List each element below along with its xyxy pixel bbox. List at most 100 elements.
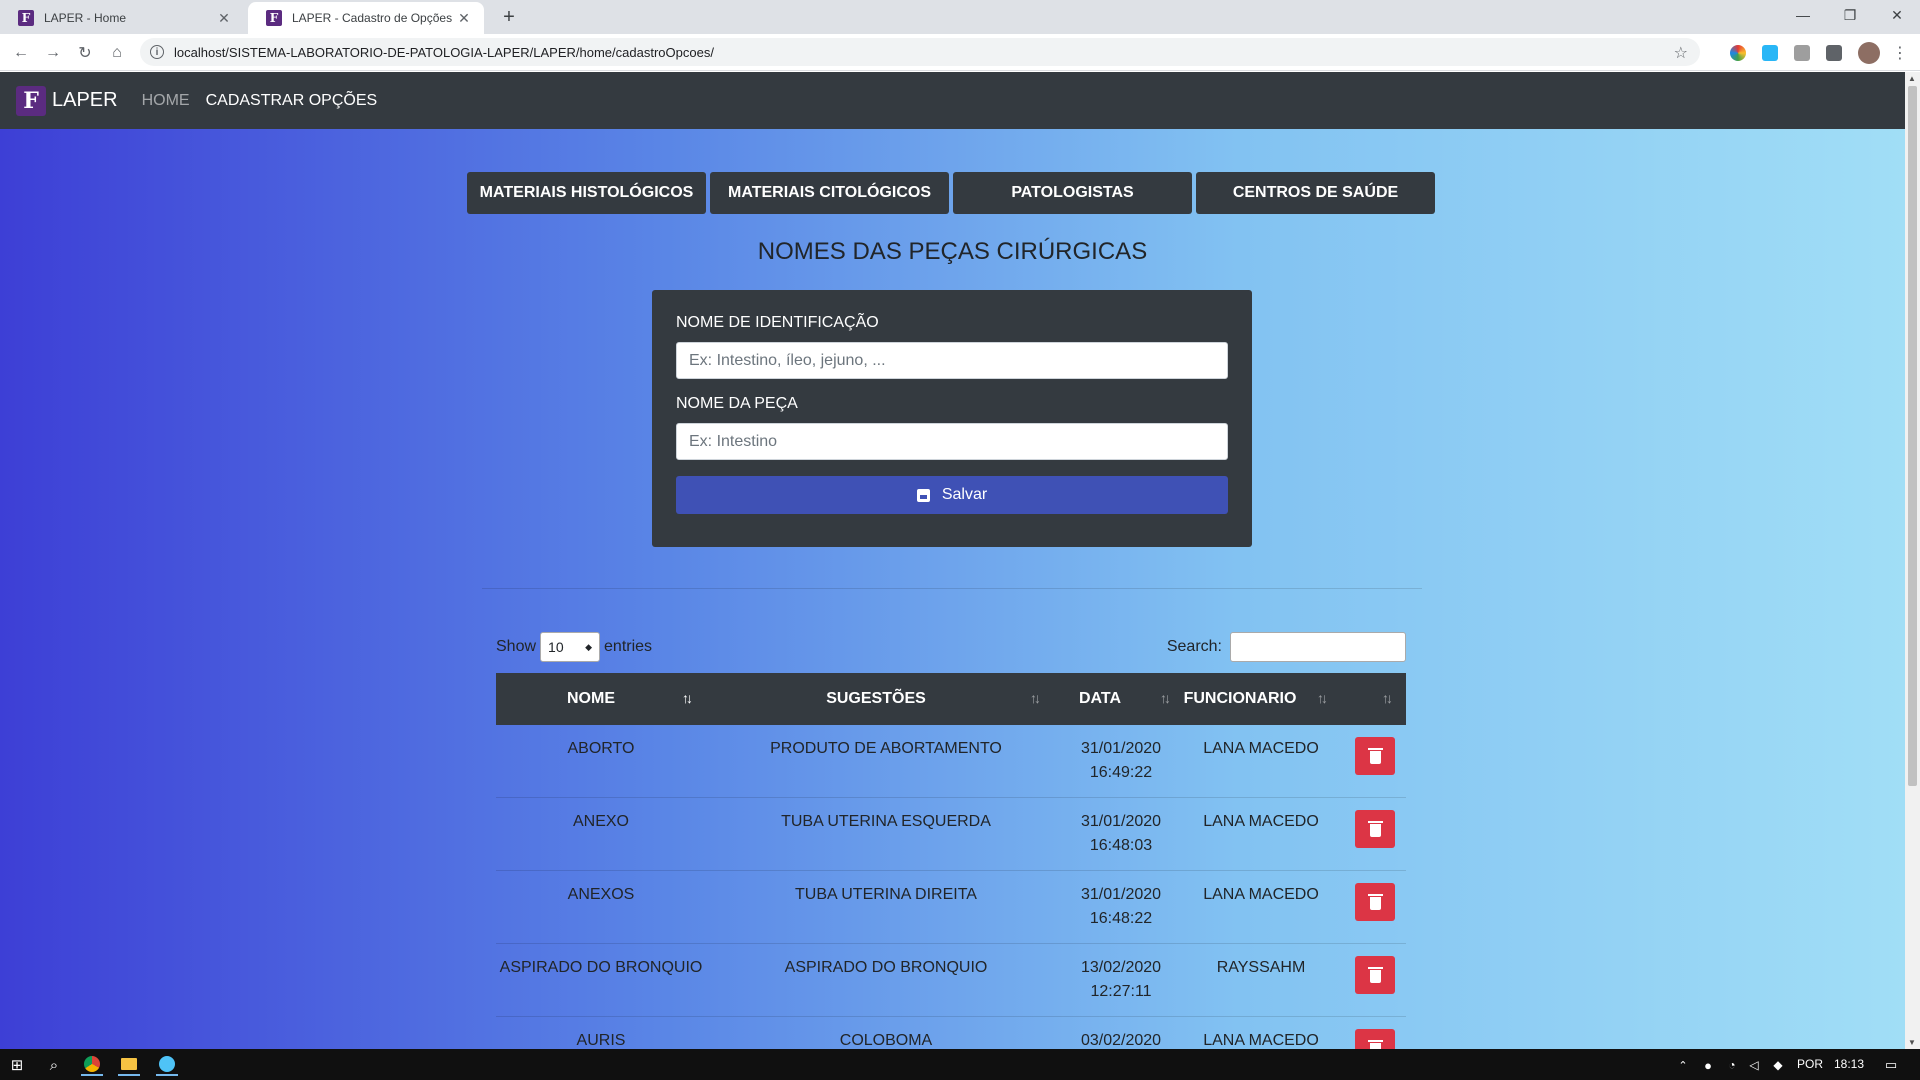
scrollbar-thumb[interactable] bbox=[1908, 86, 1917, 786]
save-button[interactable]: Salvar bbox=[676, 476, 1228, 514]
brand[interactable]: F LAPER bbox=[16, 85, 118, 116]
scroll-up-icon[interactable]: ▲ bbox=[1908, 74, 1916, 83]
nav-link-cadastrar-opcoes[interactable]: CADASTRAR OPÇÕES bbox=[206, 92, 378, 110]
table-row: AURIS COLOBOMA 03/02/2020 LANA MACEDO bbox=[496, 1017, 1406, 1049]
taskbar: ⊞ ⌕ ⌃ ● ◔ ◁ ◆ POR 18:13 ▭ bbox=[0, 1049, 1920, 1080]
app-taskbar-icon[interactable] bbox=[156, 1054, 178, 1076]
cell-data: 31/01/2020 16:48:22 bbox=[1066, 883, 1176, 931]
piece-name-label: NOME DA PEÇA bbox=[676, 395, 798, 412]
restore-icon[interactable]: ❐ bbox=[1827, 0, 1873, 30]
forward-icon[interactable]: → bbox=[39, 39, 67, 67]
cell-funcionario: LANA MACEDO bbox=[1203, 740, 1319, 757]
tab-materiais-histologicos[interactable]: MATERIAIS HISTOLÓGICOS bbox=[467, 172, 706, 214]
search-label: Search: bbox=[1166, 638, 1222, 655]
browser-tab-cadastro[interactable]: F LAPER - Cadastro de Opções ✕ bbox=[248, 2, 484, 34]
volume-icon[interactable]: ◁ bbox=[1743, 1054, 1765, 1076]
id-name-input[interactable] bbox=[676, 342, 1228, 379]
piece-name-input[interactable] bbox=[676, 423, 1228, 460]
cell-sugestoes: TUBA UTERINA DIREITA bbox=[795, 886, 977, 903]
cell-date: 31/01/2020 bbox=[1080, 813, 1162, 830]
page-viewport: F LAPER HOME CADASTRAR OPÇÕES MATERIAIS … bbox=[0, 72, 1905, 1049]
minimize-icon[interactable]: — bbox=[1780, 0, 1826, 30]
tray-expand-icon[interactable]: ⌃ bbox=[1672, 1054, 1694, 1076]
tab-patologistas[interactable]: PATOLOGISTAS bbox=[953, 172, 1192, 214]
close-tab-icon[interactable]: ✕ bbox=[216, 10, 232, 27]
cell-nome: ABORTO bbox=[567, 740, 635, 757]
table-row: ANEXO TUBA UTERINA ESQUERDA 31/01/2020 16… bbox=[496, 798, 1406, 871]
camera-extension-icon[interactable] bbox=[1794, 45, 1810, 61]
url-text: localhost/SISTEMA-LABORATORIO-DE-PATOLOG… bbox=[174, 44, 714, 60]
chrome-taskbar-icon[interactable] bbox=[81, 1054, 103, 1076]
table-controls: Show 10 ◆ entries Search: bbox=[496, 631, 1406, 663]
column-header-funcionario[interactable]: FUNCIONARIO bbox=[1184, 673, 1297, 725]
translate-extension-icon[interactable] bbox=[1762, 45, 1778, 61]
delete-button[interactable] bbox=[1355, 956, 1395, 994]
address-bar[interactable]: i localhost/SISTEMA-LABORATORIO-DE-PATOL… bbox=[140, 38, 1700, 66]
cell-data: 31/01/2020 16:49:22 bbox=[1066, 737, 1176, 785]
sort-asc-icon[interactable]: ↑↓ bbox=[682, 690, 693, 706]
search-input[interactable] bbox=[1230, 632, 1406, 662]
new-tab-icon[interactable]: + bbox=[496, 4, 522, 30]
windows-start-icon[interactable]: ⊞ bbox=[6, 1054, 28, 1076]
scroll-down-icon[interactable]: ▼ bbox=[1908, 1038, 1916, 1047]
site-info-icon[interactable]: i bbox=[150, 45, 164, 59]
browser-tab-home[interactable]: F LAPER - Home ✕ bbox=[0, 2, 244, 34]
cell-funcionario: LANA MACEDO bbox=[1203, 813, 1319, 830]
column-header-sugestoes[interactable]: SUGESTÕES bbox=[696, 673, 1056, 725]
reload-icon[interactable]: ↻ bbox=[71, 39, 99, 67]
extensions-puzzle-icon[interactable] bbox=[1826, 45, 1842, 61]
trash-icon bbox=[1367, 820, 1383, 837]
clock[interactable]: 18:13 bbox=[1834, 1057, 1864, 1071]
dropbox-tray-icon[interactable]: ◆ bbox=[1767, 1054, 1789, 1076]
browser-menu-icon[interactable]: ⋮ bbox=[1886, 39, 1914, 67]
bookmark-star-icon[interactable]: ☆ bbox=[1674, 43, 1688, 63]
browser-toolbar: ← → ↻ ⌂ i localhost/SISTEMA-LABORATORIO-… bbox=[0, 34, 1920, 71]
page-scrollbar[interactable]: ▲ ▼ bbox=[1905, 72, 1920, 1049]
sort-icon[interactable]: ↑↓ bbox=[1317, 690, 1328, 706]
color-extension-icon[interactable] bbox=[1730, 45, 1746, 61]
sort-icon[interactable]: ↑↓ bbox=[1030, 690, 1041, 706]
cell-date: 13/02/2020 bbox=[1080, 959, 1162, 976]
notifications-icon[interactable]: ▭ bbox=[1880, 1054, 1902, 1076]
register-form: NOME DE IDENTIFICAÇÃO NOME DA PEÇA Salva… bbox=[652, 290, 1252, 547]
cell-data: 31/01/2020 16:48:03 bbox=[1066, 810, 1176, 858]
delete-button[interactable] bbox=[1355, 883, 1395, 921]
laper-logo-icon: F bbox=[16, 85, 46, 116]
profile-avatar[interactable] bbox=[1858, 42, 1880, 64]
option-tabs: MATERIAIS HISTOLÓGICOS MATERIAIS CITOLÓG… bbox=[467, 172, 1435, 214]
cell-data: 13/02/2020 12:27:11 bbox=[1066, 956, 1176, 1004]
column-header-data[interactable]: DATA bbox=[1056, 673, 1144, 725]
home-icon[interactable]: ⌂ bbox=[103, 39, 131, 67]
column-header-nome[interactable]: NOME bbox=[496, 673, 686, 725]
tab-materiais-citologicos[interactable]: MATERIAIS CITOLÓGICOS bbox=[710, 172, 949, 214]
delete-button[interactable] bbox=[1355, 810, 1395, 848]
cell-time: 16:49:22 bbox=[1089, 764, 1153, 781]
tab-centros-de-saude[interactable]: CENTROS DE SAÚDE bbox=[1196, 172, 1435, 214]
close-window-icon[interactable]: ✕ bbox=[1874, 0, 1920, 30]
sort-icon[interactable]: ↑↓ bbox=[1160, 690, 1171, 706]
nav-link-home[interactable]: HOME bbox=[142, 92, 190, 110]
laper-favicon-icon: F bbox=[266, 10, 282, 26]
page-length-value: 10 bbox=[548, 639, 564, 655]
save-button-label: Salvar bbox=[941, 486, 988, 503]
file-explorer-icon[interactable] bbox=[118, 1054, 140, 1076]
show-label: Show bbox=[496, 638, 537, 655]
sort-icon[interactable]: ↑↓ bbox=[1382, 690, 1393, 706]
steam-tray-icon[interactable]: ● bbox=[1697, 1054, 1719, 1076]
delete-button[interactable] bbox=[1355, 737, 1395, 775]
entries-label: entries bbox=[604, 638, 653, 655]
close-tab-icon[interactable]: ✕ bbox=[456, 10, 472, 27]
cell-data: 03/02/2020 bbox=[1066, 1029, 1176, 1049]
browser-tab-title: LAPER - Cadastro de Opções bbox=[292, 11, 453, 25]
cell-funcionario: LANA MACEDO bbox=[1203, 886, 1319, 903]
back-icon[interactable]: ← bbox=[7, 39, 35, 67]
table-header: NOME ↑↓ SUGESTÕES ↑↓ DATA ↑↓ FUNCIONARIO… bbox=[496, 673, 1406, 725]
search-icon[interactable]: ⌕ bbox=[43, 1054, 65, 1076]
cell-sugestoes: COLOBOMA bbox=[839, 1032, 933, 1049]
delete-button[interactable] bbox=[1355, 1029, 1395, 1049]
cell-time: 16:48:22 bbox=[1089, 910, 1153, 927]
page-length-select[interactable]: 10 ◆ bbox=[540, 632, 601, 662]
wifi-icon[interactable]: ◔ bbox=[1721, 1054, 1743, 1076]
cell-funcionario: RAYSSAHM bbox=[1216, 959, 1306, 976]
language-indicator[interactable]: POR bbox=[1797, 1057, 1823, 1071]
